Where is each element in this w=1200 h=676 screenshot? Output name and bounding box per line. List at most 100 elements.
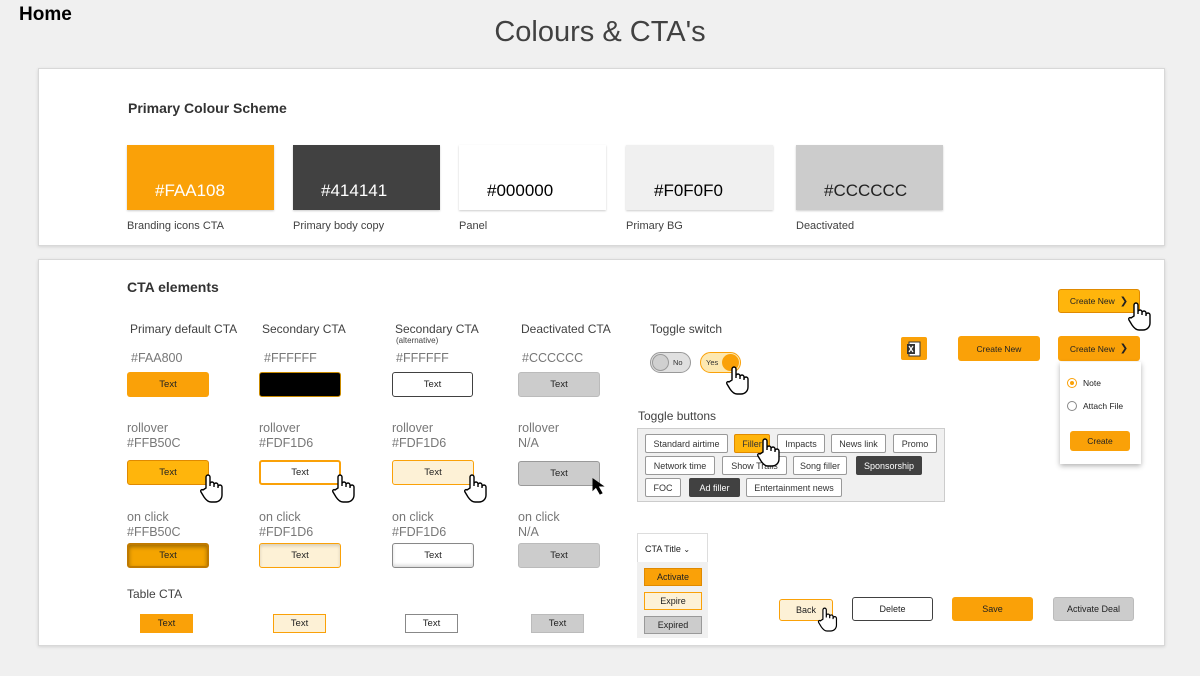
radio-attach-file[interactable]: [1067, 401, 1077, 411]
toggle-off-label: No: [673, 358, 683, 367]
create-new-dropdown[interactable]: Create New ❯: [1058, 336, 1140, 361]
toggle-on-label: Yes: [706, 358, 719, 367]
rollover-text: rollover: [127, 421, 168, 435]
excel-export-button[interactable]: [901, 337, 927, 360]
swatch-label: Panel: [459, 220, 488, 232]
arrow-cursor-icon: [592, 478, 605, 495]
button-label: Text: [424, 550, 442, 561]
delete-button[interactable]: Delete: [852, 597, 933, 621]
col-title-deactivated: Deactivated CTA: [521, 322, 611, 336]
button-label: Text: [550, 468, 568, 479]
toggle-entertainment-news[interactable]: Entertainment news: [746, 478, 842, 497]
swatch-primary-bg: #F0F0F0: [626, 145, 773, 210]
toggle-switch-off[interactable]: No: [650, 352, 691, 373]
swatch-hex: #FAA108: [155, 181, 225, 200]
button-label: Text: [157, 618, 176, 629]
radio-note[interactable]: [1067, 378, 1077, 388]
rollover-label: rollover N/A: [518, 421, 559, 451]
expire-button[interactable]: Expire: [644, 592, 702, 610]
hand-cursor-icon: [726, 366, 749, 395]
button-label: Text: [550, 550, 568, 561]
table-cta-secondary-alt[interactable]: Text: [405, 614, 458, 633]
button-label: Text: [422, 618, 441, 629]
chevron-down-icon: ⌄: [683, 545, 691, 554]
toggle-promo[interactable]: Promo: [893, 434, 937, 453]
status-cta-header[interactable]: CTA Title ⌄: [645, 544, 690, 554]
deactivated-click-button: Text: [518, 543, 600, 568]
col-subtitle-alt: (alternative): [396, 336, 439, 345]
default-hex: #FFFFFF: [264, 351, 317, 365]
click-label: on click #FDF1D6: [259, 510, 313, 540]
col-title-primary: Primary default CTA: [130, 322, 238, 336]
rollover-hex: #FDF1D6: [259, 436, 314, 450]
swatch-body-copy: #414141: [293, 145, 440, 210]
primary-click-button[interactable]: Text: [127, 543, 209, 568]
swatch-label: Primary BG: [626, 220, 683, 232]
rollover-hex: N/A: [518, 436, 539, 450]
click-text: on click: [518, 510, 560, 524]
secondary-click-button[interactable]: Text: [259, 543, 341, 568]
primary-rollover-button[interactable]: Text: [127, 460, 209, 485]
button-label: Text: [423, 379, 442, 390]
toggle-ad-filler[interactable]: Ad filler: [689, 478, 740, 497]
create-new-label: Create New: [1069, 296, 1115, 306]
option-note: Note: [1083, 378, 1101, 388]
toggle-knob: [652, 354, 669, 371]
button-label: Text: [291, 467, 309, 478]
secondary-alt-rollover-button[interactable]: Text: [392, 460, 474, 485]
swatch-hex: #414141: [321, 181, 388, 200]
swatch-branding: #FAA108: [127, 145, 274, 210]
rollover-text: rollover: [518, 421, 559, 435]
toggle-foc[interactable]: FOC: [645, 478, 681, 497]
button-label: Text: [550, 379, 568, 390]
save-button[interactable]: Save: [952, 597, 1033, 621]
activate-button[interactable]: Activate: [644, 568, 702, 586]
swatch-label: Branding icons CTA: [127, 220, 225, 232]
cta-panel: [38, 259, 1165, 646]
toggle-news-link[interactable]: News link: [831, 434, 886, 453]
create-button[interactable]: Create: [1070, 431, 1130, 451]
rollover-hex: #FDF1D6: [392, 436, 447, 450]
create-new-label: Create New: [1069, 343, 1115, 354]
swatch-panel: #000000: [459, 145, 606, 210]
toggle-network-time[interactable]: Network time: [645, 456, 715, 475]
toggle-buttons-title: Toggle buttons: [638, 409, 717, 423]
rollover-label: rollover #FFB50C: [127, 421, 181, 451]
click-text: on click: [392, 510, 434, 524]
cta-heading: CTA elements: [127, 279, 219, 295]
secondary-alt-click-button[interactable]: Text: [392, 543, 474, 568]
rollover-text: rollover: [259, 421, 300, 435]
table-cta-secondary[interactable]: Text: [273, 614, 326, 633]
excel-icon: [907, 341, 921, 356]
chevron-down-icon: ❯: [1119, 343, 1129, 354]
click-label: on click N/A: [518, 510, 560, 540]
toggle-sponsorship[interactable]: Sponsorship: [856, 456, 922, 475]
toggle-standard-airtime[interactable]: Standard airtime: [645, 434, 728, 453]
create-new-menu: Note Attach File Create: [1060, 362, 1141, 464]
table-cta-primary[interactable]: Text: [140, 614, 193, 633]
hand-cursor-icon: [817, 607, 838, 632]
button-label: Text: [159, 379, 177, 390]
swatch-hex: #CCCCCC: [824, 181, 908, 200]
secondary-default-button[interactable]: [259, 372, 341, 397]
button-label: Text: [290, 618, 309, 629]
hand-cursor-icon: [757, 438, 780, 467]
toggle-impacts[interactable]: Impacts: [777, 434, 825, 453]
secondary-alt-default-button[interactable]: Text: [392, 372, 473, 397]
primary-default-button[interactable]: Text: [127, 372, 209, 397]
rollover-label: rollover #FDF1D6: [392, 421, 446, 451]
button-label: Text: [291, 550, 309, 561]
secondary-rollover-button[interactable]: Text: [259, 460, 341, 485]
click-text: on click: [259, 510, 301, 524]
default-hex: #FAA800: [131, 351, 183, 365]
click-label: on click #FDF1D6: [392, 510, 446, 540]
create-new-button[interactable]: Create New: [958, 336, 1040, 361]
hand-cursor-icon: [200, 474, 223, 503]
click-hex: #FDF1D6: [392, 525, 447, 539]
toggle-song-filler[interactable]: Song filler: [793, 456, 847, 475]
col-title-secondary-alt: Secondary CTA: [395, 322, 479, 336]
hand-cursor-icon: [332, 474, 355, 503]
click-text: on click: [127, 510, 169, 524]
deactivated-default-button: Text: [518, 372, 600, 397]
click-label: on click #FFB50C: [127, 510, 181, 540]
